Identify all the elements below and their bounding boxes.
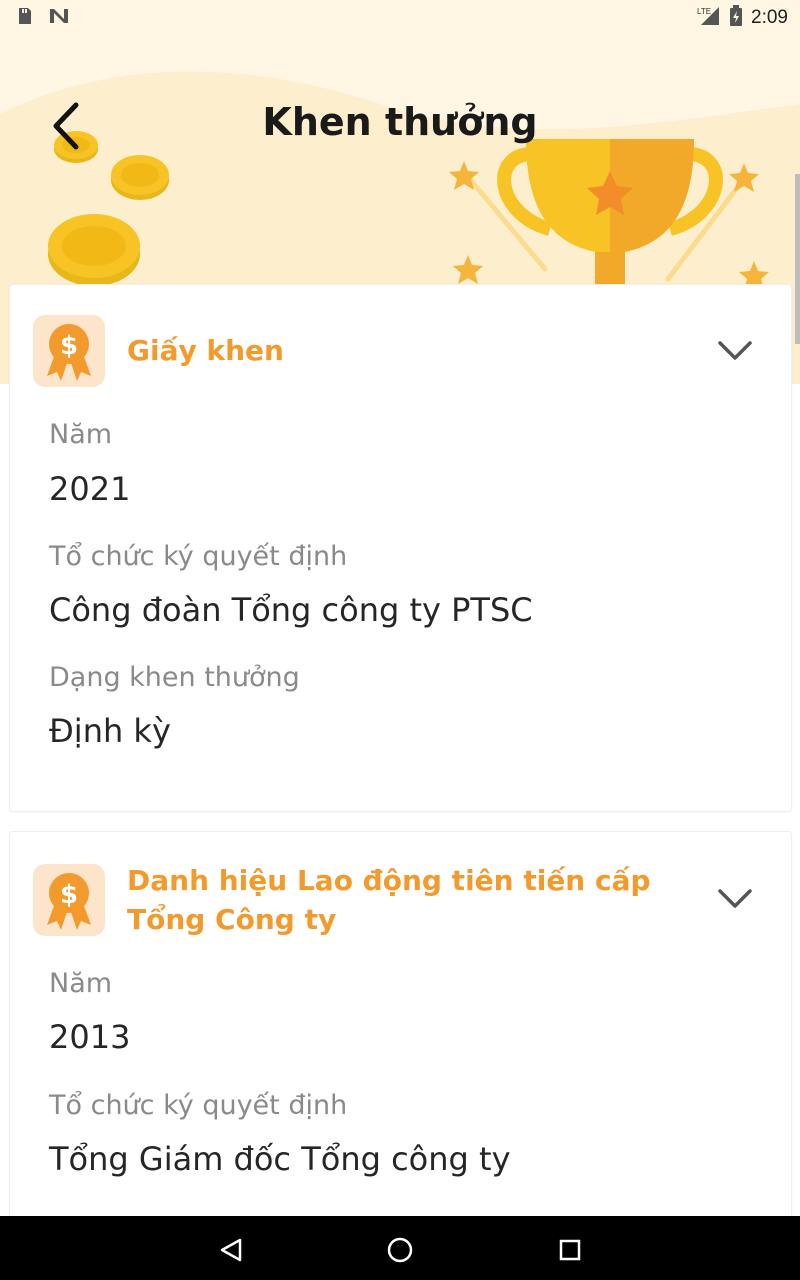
status-time: 2:09 [751,7,788,28]
expand-toggle[interactable] [715,331,755,371]
status-left-icons [14,6,70,30]
sd-card-icon [14,6,34,30]
n-notification-icon [48,6,70,30]
field-label: Tổ chức ký quyết định [49,1090,348,1121]
battery-charging-icon [729,5,743,31]
award-card: $ Danh hiệu Lao động tiên tiến cấp Tổng … [9,831,792,1231]
svg-text:LTE: LTE [697,7,711,16]
award-medal-icon: $ [33,864,105,936]
award-title: Danh hiệu Lao động tiên tiến cấp Tổng Cô… [127,861,651,939]
scrollbar[interactable] [795,174,800,344]
chevron-down-icon [718,341,752,360]
award-title-line: Danh hiệu Lao động tiên tiến cấp [127,864,651,897]
field-label: Tổ chức ký quyết định [49,541,348,572]
status-right-icons: LTE 2:09 [697,5,788,31]
lte-signal-icon: LTE [697,5,721,31]
page-title: Khen thưởng [262,100,538,144]
field-value: Công đoàn Tổng công ty PTSC [49,591,533,629]
field-value: Tổng Giám đốc Tổng công ty [49,1140,511,1178]
award-card: $ Giấy khen Năm 2021 Tổ chức ký quyết đị… [9,284,792,812]
award-title-line: Tổng Công ty [127,903,337,936]
nav-home-button[interactable] [380,1230,420,1270]
recents-square-icon [559,1239,581,1261]
home-circle-icon [387,1237,413,1263]
svg-text:$: $ [60,880,78,910]
award-medal-icon: $ [33,315,105,387]
system-nav-bar [0,1216,800,1280]
field-value: 2021 [49,470,131,508]
field-label: Năm [49,419,113,450]
field-value: Định kỳ [49,712,171,750]
back-triangle-icon [220,1238,242,1262]
back-button[interactable] [40,98,90,154]
field-label: Năm [49,968,113,999]
status-bar: LTE 2:09 [0,0,800,34]
award-title: Giấy khen [127,334,284,367]
nav-back-button[interactable] [211,1230,251,1270]
field-value: 2013 [49,1018,131,1056]
expand-toggle[interactable] [715,879,755,919]
svg-text:$: $ [60,331,78,361]
chevron-down-icon [718,889,752,908]
chevron-left-icon [53,102,79,150]
nav-recents-button[interactable] [550,1230,590,1270]
field-label: Dạng khen thưởng [49,662,300,693]
